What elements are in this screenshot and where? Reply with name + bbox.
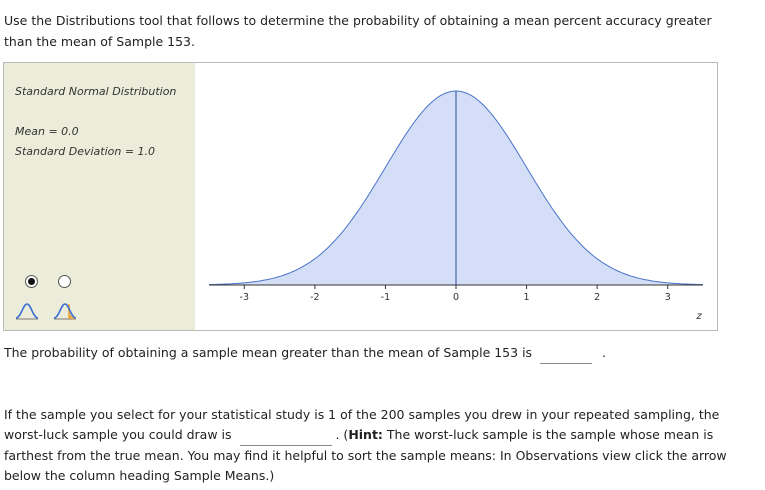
probability-answer-field[interactable] bbox=[540, 343, 593, 364]
question-probability-text: The probability of obtaining a sample me… bbox=[4, 345, 533, 360]
question-probability-period: . bbox=[602, 345, 607, 360]
worst-luck-answer-field[interactable] bbox=[239, 425, 332, 446]
sd-label: Standard Deviation = 1.0 bbox=[15, 145, 156, 158]
mode-radio-shaded[interactable] bbox=[58, 275, 71, 288]
x-tick-label: -3 bbox=[240, 292, 249, 303]
parameter-panel: Standard Normal Distribution Mean = 0.0 … bbox=[4, 63, 195, 330]
x-tick-label: 2 bbox=[594, 292, 600, 303]
normal-curve-icon[interactable] bbox=[15, 299, 39, 321]
distributions-tool: Standard Normal Distribution Mean = 0.0 … bbox=[3, 62, 718, 331]
question-worst-luck: If the sample you select for your statis… bbox=[4, 405, 744, 486]
worst-luck-hint-open: . ( bbox=[335, 427, 349, 442]
x-tick-label: -1 bbox=[381, 292, 390, 303]
intro-text: Use the Distributions tool that follows … bbox=[4, 13, 712, 49]
x-tick-label: 1 bbox=[524, 292, 530, 303]
x-tick-label: -2 bbox=[310, 292, 319, 303]
question-probability: The probability of obtaining a sample me… bbox=[4, 343, 744, 364]
mode-radio-curve[interactable] bbox=[25, 275, 38, 288]
mean-label: Mean = 0.0 bbox=[15, 125, 79, 138]
x-ticks: -3 -2 -1 0 1 2 3 bbox=[240, 285, 671, 303]
x-tick-label: 3 bbox=[665, 292, 671, 303]
hint-label: Hint: bbox=[348, 427, 383, 442]
x-tick-label: 0 bbox=[453, 292, 459, 303]
distribution-title: Standard Normal Distribution bbox=[15, 85, 177, 98]
x-axis-label: z bbox=[695, 311, 702, 322]
normal-distribution-chart: -3 -2 -1 0 1 2 3 z bbox=[208, 90, 704, 322]
normal-curve-shaded-icon[interactable] bbox=[53, 299, 77, 321]
